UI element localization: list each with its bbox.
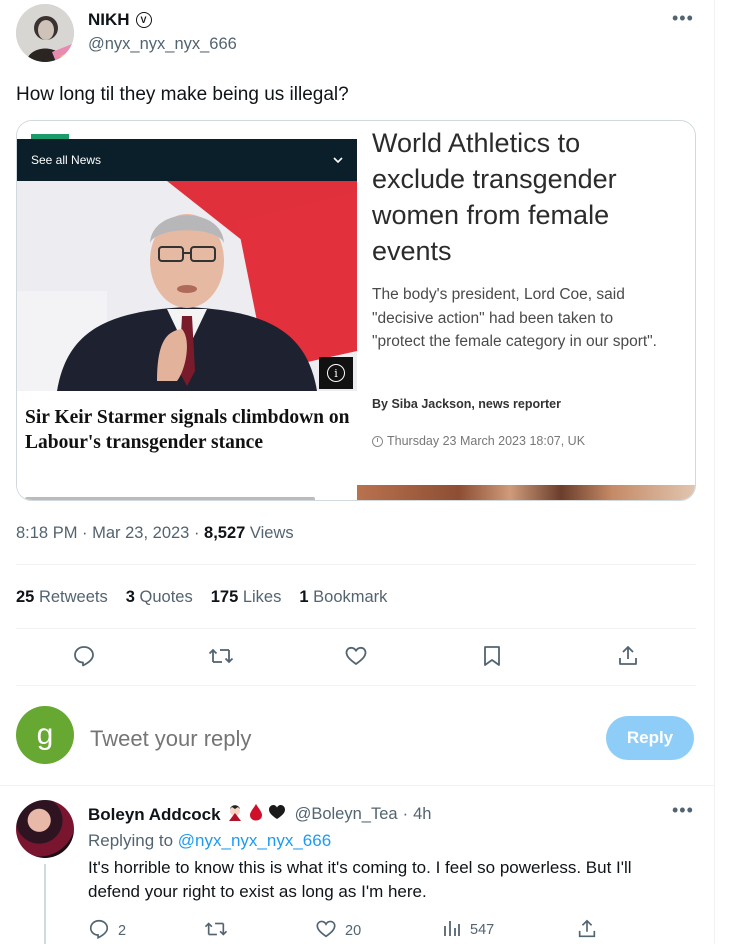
tweet-time[interactable]: 8:18 PM (16, 524, 77, 542)
reply-input[interactable] (90, 726, 570, 752)
news-nav-bar[interactable]: See all News (17, 139, 357, 181)
vampire-emoji (226, 803, 244, 826)
reply-author-avatar[interactable] (16, 800, 74, 858)
reply-icon (88, 918, 110, 944)
analytics-icon (442, 918, 462, 942)
share-icon[interactable] (616, 644, 640, 668)
media-card[interactable]: See all News i Sir Keir Starmer signals … (16, 120, 696, 501)
author-handle[interactable]: @nyx_nyx_nyx_666 (88, 35, 237, 54)
more-options-icon[interactable]: ••• (672, 8, 694, 29)
author-avatar[interactable] (16, 4, 74, 62)
replying-to-link[interactable]: @nyx_nyx_nyx_666 (178, 831, 331, 850)
cutoff-text (25, 493, 335, 500)
info-icon[interactable]: i (319, 357, 353, 389)
article-standfirst: The body's president, Lord Coe, said "de… (372, 286, 657, 350)
drop-of-blood-emoji (249, 803, 263, 826)
reply-button[interactable]: Reply (606, 716, 694, 760)
reply-author-name[interactable]: Boleyn Addcock (88, 805, 221, 825)
divider (16, 628, 696, 629)
reply-age[interactable]: 4h (413, 805, 431, 824)
retweet-icon (204, 918, 228, 944)
like-icon[interactable] (344, 644, 368, 668)
news-nav-label: See all News (31, 153, 102, 167)
replying-to-prefix: Replying to (88, 831, 174, 850)
reply-age-separator: · (402, 805, 409, 823)
author-display-name[interactable]: NIKH V (88, 10, 152, 30)
tweet-text: How long til they make being us illegal? (16, 84, 349, 105)
views-count: 8,527 (204, 524, 246, 542)
news-photo (17, 181, 357, 391)
clock-icon (372, 435, 383, 447)
black-heart-emoji (268, 804, 286, 825)
stat-likes[interactable]: 175 Likes (211, 588, 282, 607)
like-icon (315, 918, 337, 944)
bookmark-icon[interactable] (480, 644, 504, 668)
like-count: 20 (345, 923, 362, 939)
reply-count: 2 (118, 923, 127, 939)
article-byline: By Siba Jackson, news reporter (372, 397, 561, 411)
reply-action-like[interactable]: 20 (315, 918, 361, 944)
bottom-photo-strip (357, 485, 695, 500)
divider (16, 564, 696, 565)
divider (16, 685, 696, 686)
article-dateline: Thursday 23 March 2023 18:07, UK (372, 434, 585, 448)
reply-icon[interactable] (72, 644, 96, 668)
views-count-reply: 547 (470, 922, 495, 938)
reply-action-share[interactable] (576, 918, 598, 944)
author-name-text: NIKH (88, 10, 130, 29)
stat-quotes[interactable]: 3 Quotes (126, 588, 193, 607)
replying-to: Replying to @nyx_nyx_nyx_666 (88, 831, 331, 851)
tweet-date[interactable]: Mar 23, 2023 (92, 524, 189, 542)
article-dateline-text: Thursday 23 March 2023 18:07, UK (387, 434, 586, 448)
reply-text: It's horrible to know this is what it's … (88, 858, 632, 901)
card-left-panel: See all News i Sir Keir Starmer signals … (17, 121, 357, 500)
views-label: Views (249, 524, 294, 542)
reply-action-reply[interactable]: 2 (88, 918, 126, 944)
stat-bookmarks[interactable]: 1 Bookmark (299, 588, 387, 607)
engagement-stats: 25 Retweets 3 Quotes 175 Likes 1 Bookmar… (16, 588, 405, 607)
reply-author-line: Boleyn Addcock @Boleyn_Tea · 4h (88, 803, 431, 826)
user-avatar[interactable]: g (16, 706, 74, 764)
retweet-icon[interactable] (208, 644, 234, 668)
reply-action-views[interactable]: 547 (442, 918, 494, 942)
circled-v-icon: V (135, 12, 152, 28)
left-card-headline: Sir Keir Starmer signals climbdown on La… (25, 407, 350, 453)
article-headline: World Athletics to exclude transgender w… (372, 128, 617, 266)
stat-retweets[interactable]: 25 Retweets (16, 588, 108, 607)
column-border (714, 0, 715, 944)
reply-author-handle[interactable]: @Boleyn_Tea (295, 805, 398, 824)
more-options-icon[interactable]: ••• (672, 800, 694, 821)
share-icon (576, 918, 598, 944)
tweet-meta: 8:18 PM · Mar 23, 2023 · 8,527 Views (16, 524, 294, 542)
divider (0, 785, 714, 786)
chevron-down-icon (333, 153, 343, 167)
reply-action-retweet[interactable] (204, 918, 228, 944)
thread-line (44, 864, 46, 944)
